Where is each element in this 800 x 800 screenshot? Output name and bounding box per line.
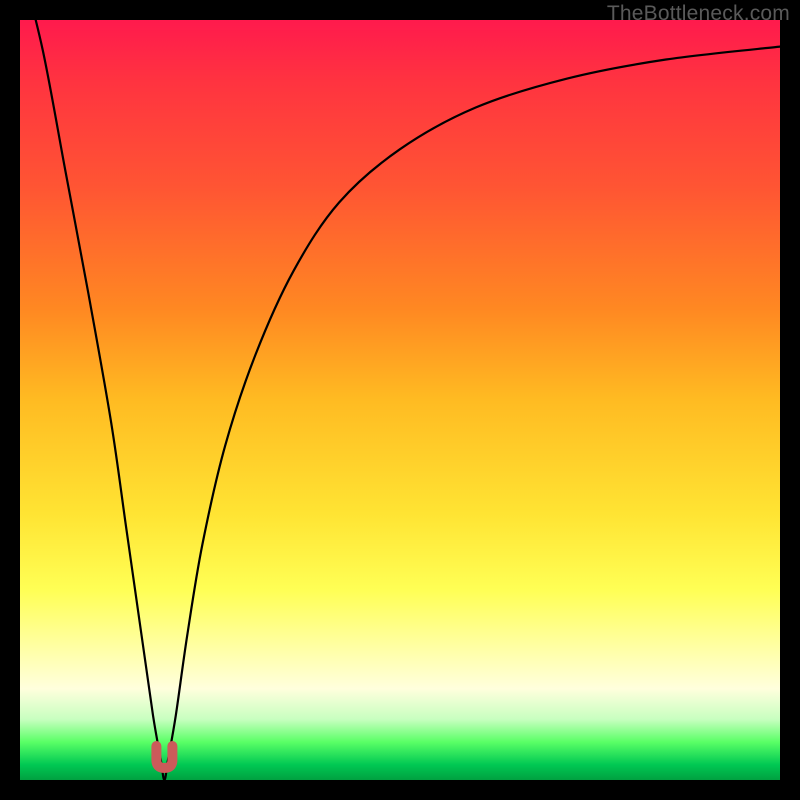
bottleneck-curve [20,20,780,780]
chart-svg [20,20,780,780]
chart-frame: TheBottleneck.com [0,0,800,800]
minimum-marker [156,746,172,768]
watermark-text: TheBottleneck.com [607,2,790,26]
plot-area [20,20,780,780]
